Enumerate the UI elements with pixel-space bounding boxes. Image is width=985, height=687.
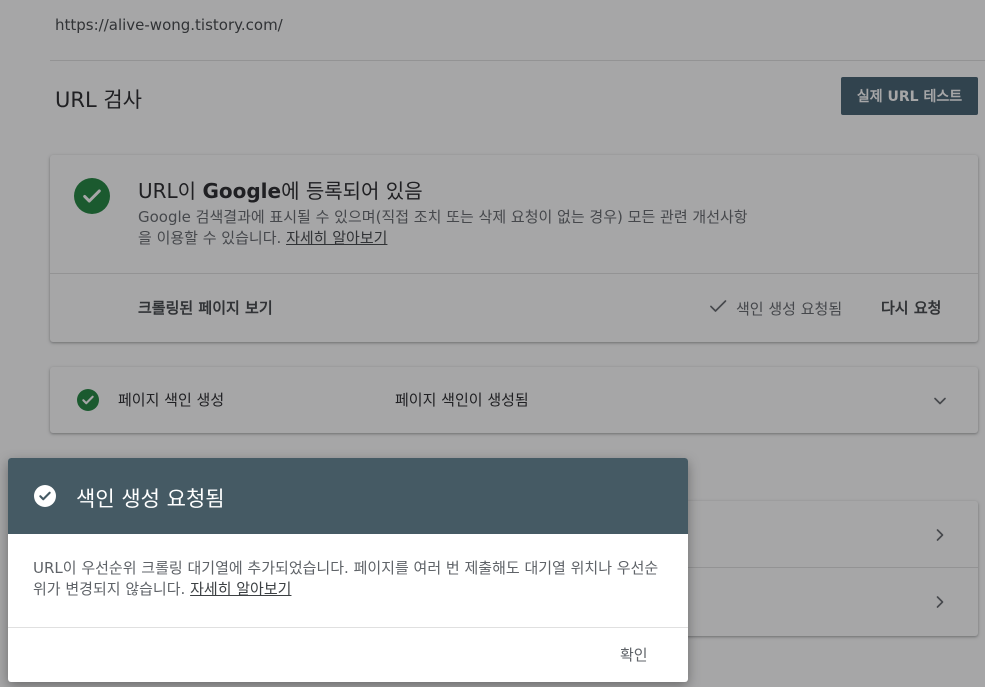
dialog-header: 색인 생성 요청됨 — [8, 458, 688, 534]
dialog-divider — [8, 627, 688, 628]
dialog-body: URL이 우선순위 크롤링 대기열에 추가되었습니다. 페이지를 여러 번 제출… — [33, 558, 668, 600]
dialog-title: 색인 생성 요청됨 — [76, 487, 225, 511]
confirm-button[interactable]: 확인 — [620, 644, 648, 665]
dialog-body-text: URL이 우선순위 크롤링 대기열에 추가되었습니다. 페이지를 여러 번 제출… — [33, 559, 659, 598]
indexing-requested-dialog: 색인 생성 요청됨 URL이 우선순위 크롤링 대기열에 추가되었습니다. 페이… — [8, 458, 688, 682]
dialog-learn-more-link[interactable]: 자세히 알아보기 — [190, 580, 291, 598]
check-circle-icon — [34, 485, 56, 507]
